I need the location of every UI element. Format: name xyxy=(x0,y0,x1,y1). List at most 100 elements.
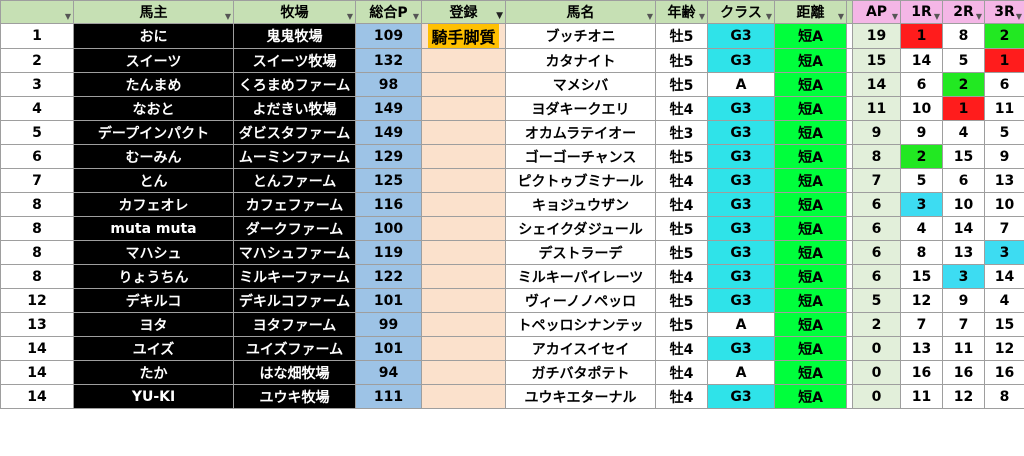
total-points-cell[interactable]: 111 xyxy=(355,384,422,409)
ranch-cell[interactable]: ミルキーファーム xyxy=(233,264,356,289)
race1-cell[interactable]: 14 xyxy=(900,48,943,73)
age-cell[interactable]: 牡4 xyxy=(655,96,708,121)
ranch-cell[interactable]: 鬼鬼牧場 xyxy=(233,23,356,49)
ap-cell[interactable]: 6 xyxy=(852,240,901,265)
ranch-cell[interactable]: ユウキ牧場 xyxy=(233,384,356,409)
horse-name-cell[interactable]: カタナイト xyxy=(505,48,656,73)
registration-cell[interactable] xyxy=(421,96,506,121)
horse-name-cell[interactable]: オカムラテイオー xyxy=(505,120,656,145)
total-points-cell[interactable]: 149 xyxy=(355,120,422,145)
header-rank[interactable]: ▼ xyxy=(0,0,74,24)
class-cell[interactable]: A xyxy=(707,360,775,385)
distance-cell[interactable]: 短A xyxy=(774,312,847,337)
race1-cell[interactable]: 12 xyxy=(900,288,943,313)
race2-cell[interactable]: 2 xyxy=(942,72,985,97)
class-cell[interactable]: G3 xyxy=(707,192,775,217)
distance-cell[interactable]: 短A xyxy=(774,384,847,409)
class-cell[interactable]: A xyxy=(707,312,775,337)
owner-cell[interactable]: りょうちん xyxy=(73,264,234,289)
header-age[interactable]: 年齢 ▼ xyxy=(655,0,708,24)
rank-cell[interactable]: 14 xyxy=(0,360,74,385)
age-cell[interactable]: 牡4 xyxy=(655,264,708,289)
class-cell[interactable]: A xyxy=(707,72,775,97)
rank-cell[interactable]: 12 xyxy=(0,288,74,313)
race3-cell[interactable]: 5 xyxy=(984,120,1024,145)
ap-cell[interactable]: 0 xyxy=(852,336,901,361)
ap-cell[interactable]: 6 xyxy=(852,264,901,289)
ap-cell[interactable]: 11 xyxy=(852,96,901,121)
registration-cell[interactable] xyxy=(421,264,506,289)
ap-cell[interactable]: 6 xyxy=(852,216,901,241)
ap-cell[interactable]: 5 xyxy=(852,288,901,313)
race1-cell[interactable]: 3 xyxy=(900,192,943,217)
rank-cell[interactable]: 2 xyxy=(0,48,74,73)
owner-cell[interactable]: マハシュ xyxy=(73,240,234,265)
registration-cell[interactable] xyxy=(421,144,506,169)
horse-name-cell[interactable]: マメシバ xyxy=(505,72,656,97)
horse-name-cell[interactable]: ブッチオニ xyxy=(505,23,656,49)
age-cell[interactable]: 牡4 xyxy=(655,360,708,385)
ap-cell[interactable]: 2 xyxy=(852,312,901,337)
total-points-cell[interactable]: 129 xyxy=(355,144,422,169)
race3-cell[interactable]: 16 xyxy=(984,360,1024,385)
race2-cell[interactable]: 3 xyxy=(942,264,985,289)
registration-cell[interactable] xyxy=(421,336,506,361)
ranch-cell[interactable]: はな畑牧場 xyxy=(233,360,356,385)
distance-cell[interactable]: 短A xyxy=(774,360,847,385)
age-cell[interactable]: 牡4 xyxy=(655,192,708,217)
distance-cell[interactable]: 短A xyxy=(774,144,847,169)
ranch-cell[interactable]: ユイズファーム xyxy=(233,336,356,361)
rank-cell[interactable]: 8 xyxy=(0,264,74,289)
ap-cell[interactable]: 14 xyxy=(852,72,901,97)
ap-cell[interactable]: 6 xyxy=(852,192,901,217)
race1-cell[interactable]: 11 xyxy=(900,384,943,409)
horse-name-cell[interactable]: キョジュウザン xyxy=(505,192,656,217)
ranch-cell[interactable]: ダビスタファーム xyxy=(233,120,356,145)
rank-cell[interactable]: 13 xyxy=(0,312,74,337)
race1-cell[interactable]: 13 xyxy=(900,336,943,361)
race1-cell[interactable]: 5 xyxy=(900,168,943,193)
age-cell[interactable]: 牡5 xyxy=(655,72,708,97)
dropdown-filter-icon[interactable]: ▼ xyxy=(647,12,653,21)
ranch-cell[interactable]: マハシュファーム xyxy=(233,240,356,265)
race3-cell[interactable]: 6 xyxy=(984,72,1024,97)
race3-cell[interactable]: 9 xyxy=(984,144,1024,169)
ranch-cell[interactable]: ダークファーム xyxy=(233,216,356,241)
total-points-cell[interactable]: 100 xyxy=(355,216,422,241)
rank-cell[interactable]: 8 xyxy=(0,192,74,217)
race3-cell[interactable]: 3 xyxy=(984,240,1024,265)
distance-cell[interactable]: 短A xyxy=(774,336,847,361)
header-distance[interactable]: 距離 ▼ xyxy=(774,0,847,24)
age-cell[interactable]: 牡4 xyxy=(655,168,708,193)
ap-cell[interactable]: 0 xyxy=(852,384,901,409)
owner-cell[interactable]: スイーツ xyxy=(73,48,234,73)
ap-cell[interactable]: 0 xyxy=(852,360,901,385)
race2-cell[interactable]: 8 xyxy=(942,23,985,49)
header-owner[interactable]: 馬主 ▼ xyxy=(73,0,234,24)
horse-name-cell[interactable]: アカイスイセイ xyxy=(505,336,656,361)
total-points-cell[interactable]: 132 xyxy=(355,48,422,73)
horse-name-cell[interactable]: ミルキーパイレーツ xyxy=(505,264,656,289)
dropdown-filter-icon[interactable]: ▼ xyxy=(1016,12,1022,21)
registration-cell[interactable] xyxy=(421,216,506,241)
age-cell[interactable]: 牡5 xyxy=(655,144,708,169)
distance-cell[interactable]: 短A xyxy=(774,192,847,217)
rank-cell[interactable]: 6 xyxy=(0,144,74,169)
horse-name-cell[interactable]: デストラーデ xyxy=(505,240,656,265)
distance-cell[interactable]: 短A xyxy=(774,23,847,49)
race3-cell[interactable]: 15 xyxy=(984,312,1024,337)
age-cell[interactable]: 牡5 xyxy=(655,216,708,241)
dropdown-filter-icon[interactable]: ▼ xyxy=(892,12,898,21)
rank-cell[interactable]: 8 xyxy=(0,240,74,265)
race1-cell[interactable]: 15 xyxy=(900,264,943,289)
class-cell[interactable]: G3 xyxy=(707,168,775,193)
registration-cell[interactable] xyxy=(421,48,506,73)
header-ap[interactable]: AP ▼ xyxy=(852,0,901,24)
race1-cell[interactable]: 10 xyxy=(900,96,943,121)
distance-cell[interactable]: 短A xyxy=(774,240,847,265)
horse-name-cell[interactable]: ガチバタポテト xyxy=(505,360,656,385)
total-points-cell[interactable]: 125 xyxy=(355,168,422,193)
ap-cell[interactable]: 19 xyxy=(852,23,901,49)
age-cell[interactable]: 牡5 xyxy=(655,48,708,73)
owner-cell[interactable]: デープインパクト xyxy=(73,120,234,145)
